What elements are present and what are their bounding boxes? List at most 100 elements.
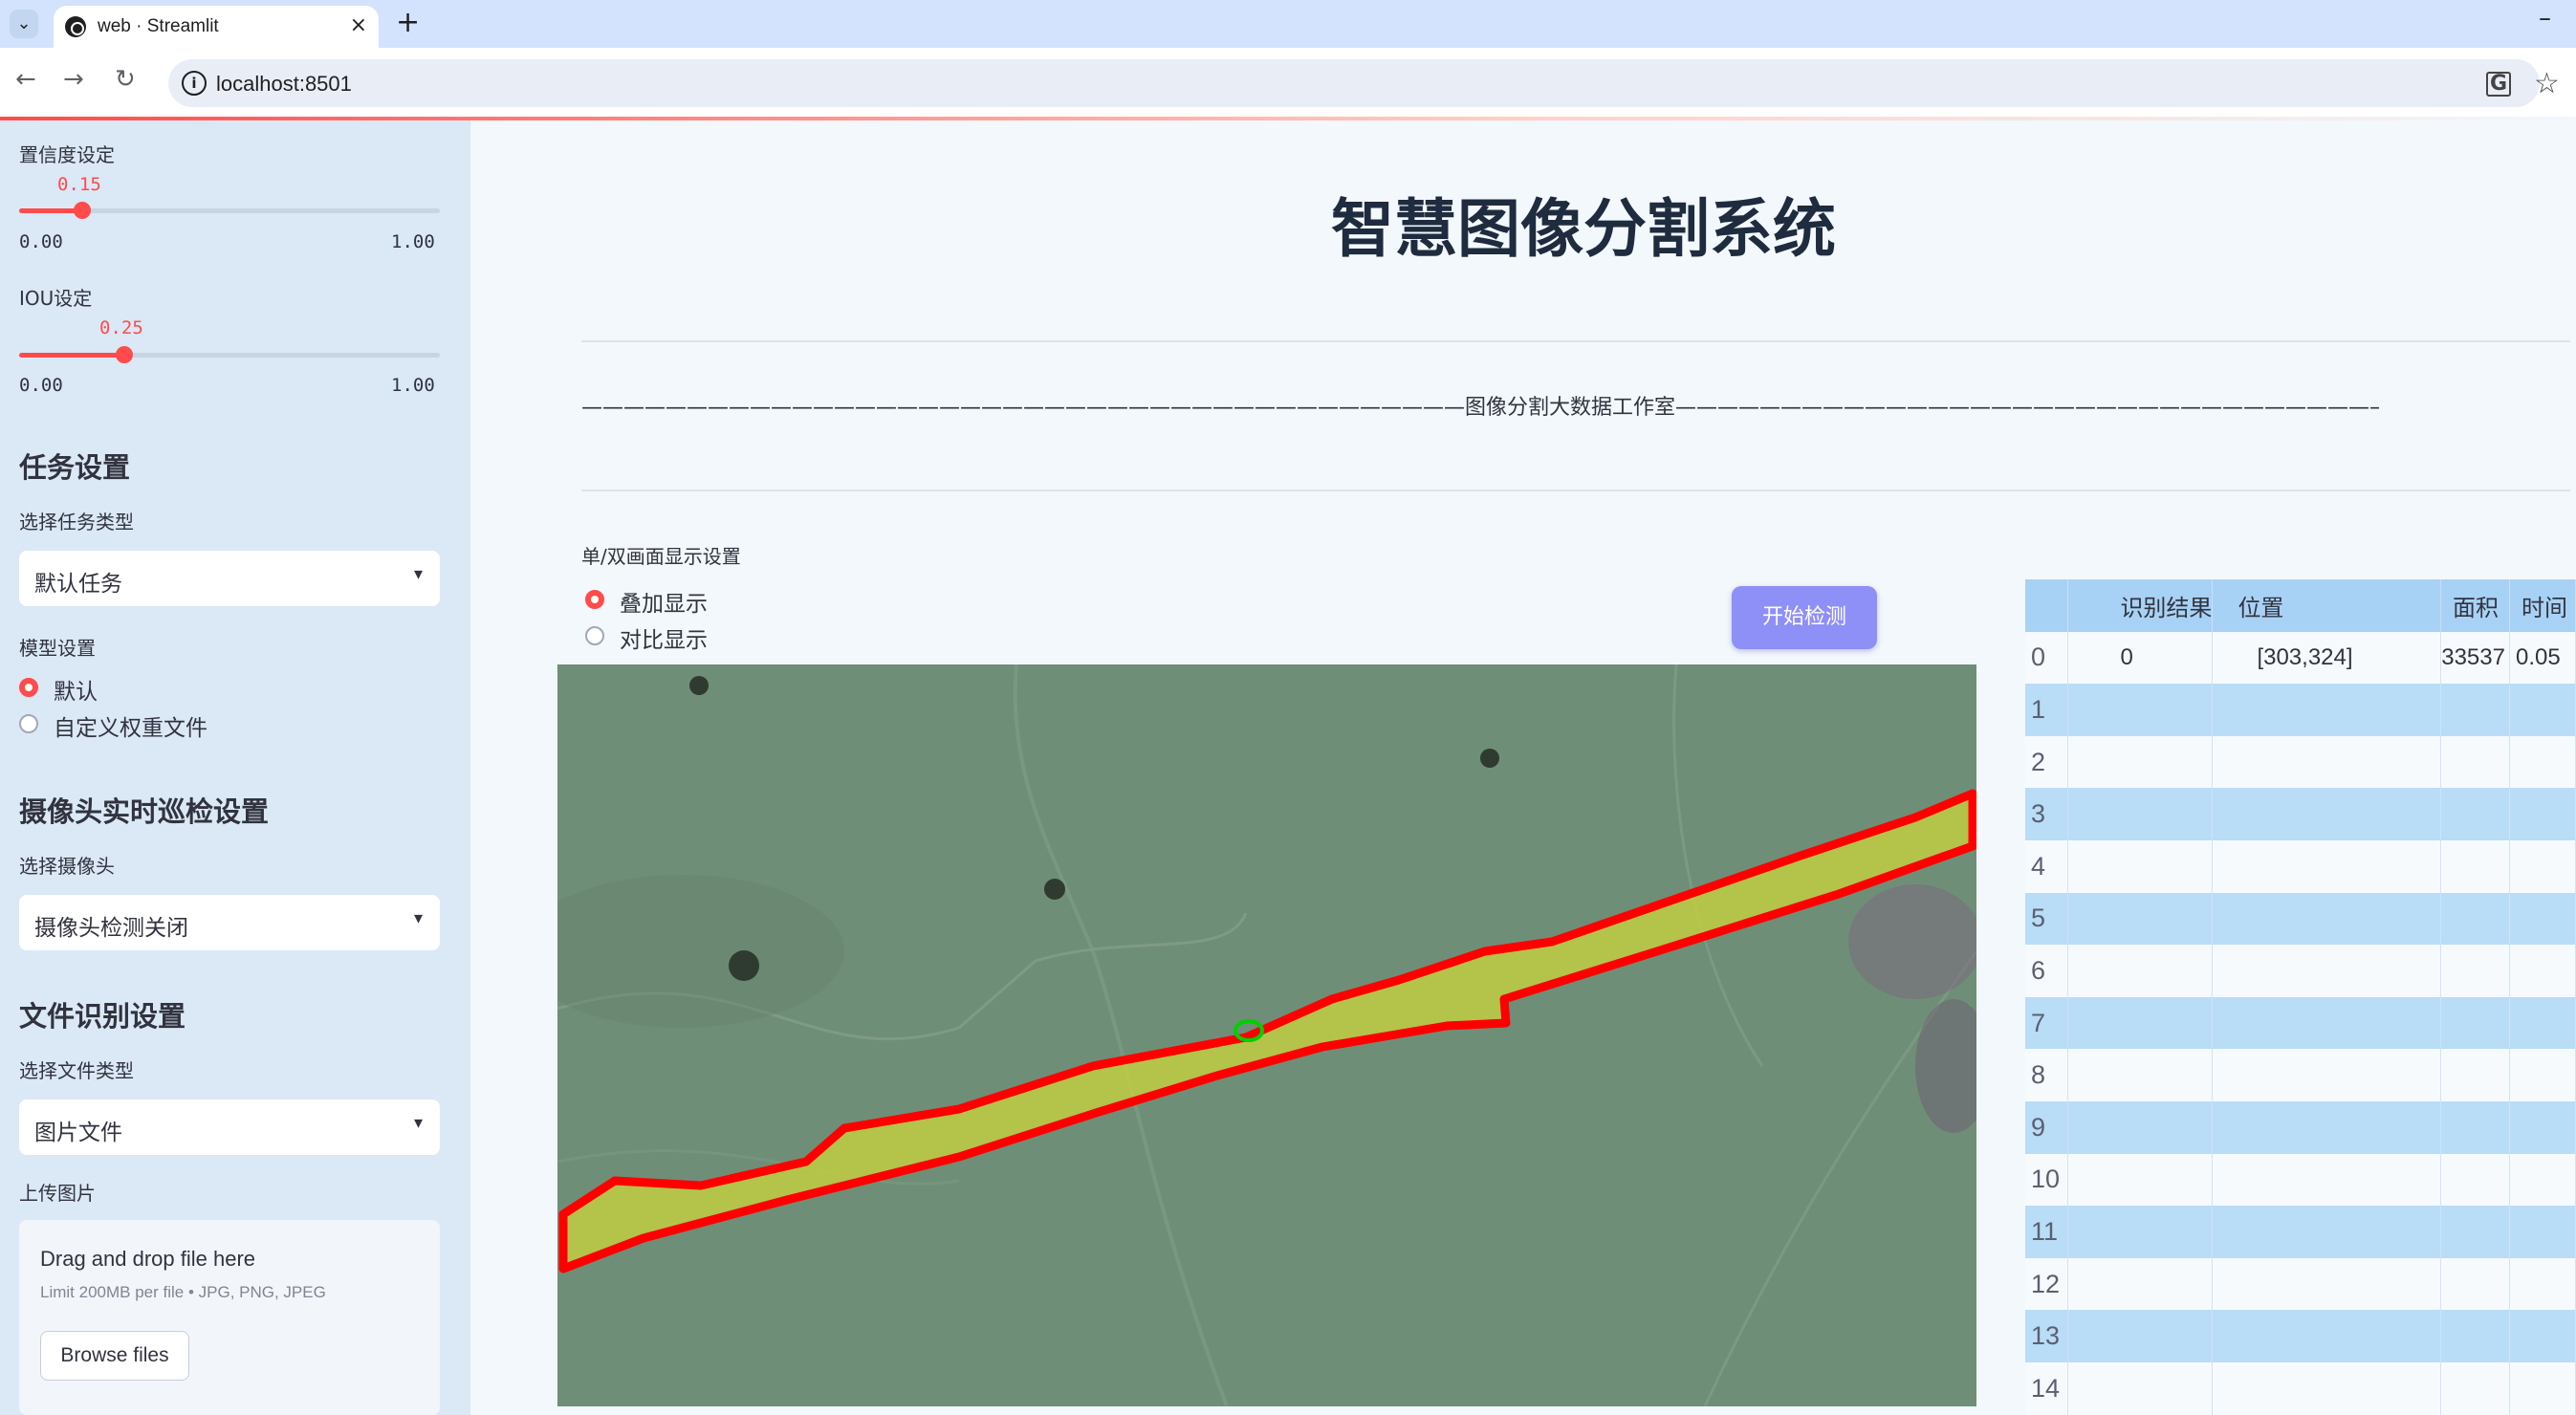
new-tab-icon[interactable]: + [396,6,420,39]
cell-position[interactable] [2212,1153,2441,1207]
cell-result[interactable] [2067,735,2214,789]
bookmark-star-icon[interactable]: ☆ [2534,67,2560,100]
cell-time[interactable] [2509,1361,2576,1415]
tab-close-icon[interactable]: × [350,13,367,37]
cell-area[interactable] [2440,1100,2510,1154]
minimize-window-icon[interactable]: – [2539,4,2551,33]
cell-area[interactable] [2440,788,2510,840]
cell-result[interactable]: 0 [2067,631,2214,685]
table-row[interactable]: 4 [2025,839,2576,893]
column-header-time[interactable]: 时间 [2509,579,2576,632]
cell-position[interactable] [2212,1100,2441,1154]
url-text[interactable]: localhost:8501 [216,72,352,97]
camera-select[interactable]: 摄像头检测关闭 ▾ [19,895,440,950]
cell-time[interactable] [2509,1153,2576,1207]
cell-position[interactable] [2212,1257,2441,1311]
cell-time[interactable] [2509,1049,2576,1101]
cell-position[interactable] [2212,945,2441,997]
cell-time[interactable] [2509,945,2576,997]
table-row[interactable]: 11 [2025,1206,2576,1258]
browser-tab[interactable]: web · Streamlit × [54,6,379,48]
iou-slider-thumb[interactable] [116,346,133,363]
table-row[interactable]: 5 [2025,892,2576,946]
cell-result[interactable] [2067,1100,2214,1154]
forward-icon[interactable]: → [63,65,84,94]
column-header-index[interactable] [2025,579,2069,632]
cell-result[interactable] [2067,945,2214,997]
row-index[interactable]: 10 [2025,1153,2069,1207]
cell-position[interactable]: [303,324] [2212,631,2441,685]
address-bar[interactable]: i localhost:8501 [168,59,2540,107]
table-row[interactable]: 13 [2025,1310,2576,1362]
cell-position[interactable] [2212,1310,2441,1362]
cell-area[interactable] [2440,1049,2510,1101]
cell-position[interactable] [2212,735,2441,789]
cell-area[interactable] [2440,684,2510,736]
cell-result[interactable] [2067,1361,2214,1415]
back-icon[interactable]: ← [15,65,36,94]
cell-time[interactable] [2509,839,2576,893]
table-row[interactable]: 14 [2025,1361,2576,1415]
radio-unselected-icon[interactable] [19,714,38,733]
column-header-area[interactable]: 面积 [2440,579,2510,632]
cell-position[interactable] [2212,788,2441,840]
cell-position[interactable] [2212,996,2441,1050]
radio-selected-icon[interactable] [19,678,38,697]
row-index[interactable]: 13 [2025,1310,2069,1362]
cell-result[interactable] [2067,996,2214,1050]
translate-icon[interactable]: G [2486,72,2511,97]
row-index[interactable]: 6 [2025,945,2069,997]
cell-area[interactable] [2440,1153,2510,1207]
iou-slider[interactable] [19,346,440,363]
tab-list-dropdown-icon[interactable]: ⌄ [10,10,38,38]
row-index[interactable]: 12 [2025,1257,2069,1311]
cell-result[interactable] [2067,684,2214,736]
cell-result[interactable] [2067,892,2214,946]
row-index[interactable]: 4 [2025,839,2069,893]
table-row[interactable]: 3 [2025,788,2576,840]
reload-icon[interactable]: ↻ [115,65,136,94]
confidence-slider[interactable] [19,202,440,219]
table-row[interactable]: 10 [2025,1153,2576,1207]
row-index[interactable]: 0 [2025,631,2069,685]
cell-result[interactable] [2067,788,2214,840]
cell-time[interactable] [2509,1257,2576,1311]
file-dropzone[interactable]: Drag and drop file here Limit 200MB per … [19,1220,440,1415]
cell-area[interactable] [2440,1361,2510,1415]
table-row[interactable]: 9 [2025,1100,2576,1154]
cell-position[interactable] [2212,1049,2441,1101]
cell-time[interactable] [2509,684,2576,736]
file-type-select[interactable]: 图片文件 ▾ [19,1099,440,1155]
cell-position[interactable] [2212,1206,2441,1258]
cell-area[interactable] [2440,1206,2510,1258]
results-table[interactable]: 识别结果 位置 面积 时间 0 0 [303,324] 33537 0.05 1 2 3 4 5 6… [2025,579,2576,1415]
table-row[interactable]: 2 [2025,735,2576,789]
radio-selected-icon[interactable] [585,590,604,609]
row-index[interactable]: 11 [2025,1206,2069,1258]
cell-time[interactable] [2509,1100,2576,1154]
start-detection-button[interactable]: 开始检测 [1732,586,1877,649]
cell-position[interactable] [2212,684,2441,736]
column-header-result[interactable]: 识别结果 [2067,579,2214,632]
cell-position[interactable] [2212,839,2441,893]
cell-area[interactable] [2440,1310,2510,1362]
task-type-select[interactable]: 默认任务 ▾ [19,551,440,606]
site-info-icon[interactable]: i [182,71,207,96]
cell-result[interactable] [2067,1257,2214,1311]
cell-area[interactable] [2440,735,2510,789]
cell-area[interactable] [2440,892,2510,946]
table-row[interactable]: 8 [2025,1049,2576,1101]
confidence-slider-thumb[interactable] [74,202,91,219]
cell-result[interactable] [2067,1153,2214,1207]
cell-result[interactable] [2067,1206,2214,1258]
row-index[interactable]: 2 [2025,735,2069,789]
cell-position[interactable] [2212,1361,2441,1415]
row-index[interactable]: 1 [2025,684,2069,736]
radio-unselected-icon[interactable] [585,626,604,645]
cell-position[interactable] [2212,892,2441,946]
cell-time[interactable] [2509,996,2576,1050]
row-index[interactable]: 9 [2025,1100,2069,1154]
table-row[interactable]: 7 [2025,996,2576,1050]
cell-time[interactable] [2509,892,2576,946]
cell-area[interactable] [2440,1257,2510,1311]
